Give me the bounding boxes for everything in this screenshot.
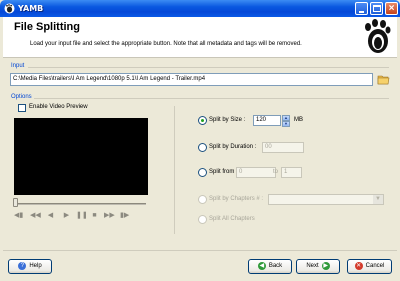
gnome-foot-icon	[365, 19, 391, 53]
pause-icon[interactable]: ❚❚	[76, 211, 88, 220]
folder-icon	[377, 75, 390, 85]
step-back-icon[interactable]: ◀◀	[30, 211, 41, 220]
previous-icon[interactable]: ◀▮	[14, 211, 23, 220]
split-size-spinner[interactable]: ▲ ▼	[282, 115, 290, 127]
enable-video-preview-label: Enable Video Preview	[29, 104, 88, 110]
split-duration-input[interactable]: 00	[262, 142, 304, 153]
options-section-label: Options	[11, 94, 32, 100]
split-from-radio[interactable]	[198, 168, 207, 177]
cancel-icon: ✕	[354, 262, 363, 270]
split-all-chapters-radio[interactable]	[198, 215, 207, 224]
split-by-duration-radio[interactable]	[198, 143, 207, 152]
chevron-down-icon: ▼	[373, 195, 383, 204]
back-arrow-icon: ◀	[257, 262, 266, 270]
input-section-label: Input	[11, 63, 25, 69]
step-forward-icon[interactable]: ▶▶	[104, 211, 115, 220]
next-arrow-icon: ▶	[321, 262, 330, 270]
input-file-path-field[interactable]: C:\Media Files\trailers\I Am Legend\1080…	[10, 73, 373, 86]
maximize-icon	[373, 5, 381, 12]
split-by-chapters-radio[interactable]	[198, 195, 207, 204]
next-icon[interactable]: ▮▶	[120, 211, 129, 220]
maximize-button[interactable]	[370, 2, 383, 15]
close-button[interactable]: ×	[385, 2, 398, 15]
video-preview-area	[14, 118, 148, 195]
title-bar[interactable]: YAMB ×	[0, 0, 400, 17]
close-icon: ×	[388, 3, 395, 14]
split-by-size-radio[interactable]	[198, 116, 207, 125]
stop-icon[interactable]: ■	[90, 211, 99, 220]
gnome-foot-icon	[4, 3, 15, 14]
split-all-chapters-label: Split All Chapters	[209, 216, 255, 222]
page-title: File Splitting	[14, 21, 80, 33]
rewind-icon[interactable]: ◀	[46, 211, 55, 220]
cancel-button[interactable]: ✕ Cancel	[347, 259, 392, 274]
seek-bar-thumb[interactable]	[13, 198, 18, 207]
browse-button[interactable]	[377, 73, 390, 86]
input-divider	[28, 67, 389, 68]
split-from-label: Split from	[209, 169, 235, 175]
enable-video-preview-checkbox[interactable]	[18, 104, 26, 112]
minimize-button[interactable]	[355, 2, 368, 15]
chapters-dropdown[interactable]: ▼	[268, 194, 384, 205]
split-by-chapters-label: Split by Chapters # :	[209, 196, 264, 202]
spin-down-icon[interactable]: ▼	[282, 121, 290, 127]
play-icon[interactable]: ▶	[62, 211, 71, 220]
options-divider	[34, 98, 389, 99]
split-size-input[interactable]: 120	[253, 115, 281, 126]
split-by-duration-label: Split by Duration :	[209, 144, 257, 150]
next-button[interactable]: Next ▶	[296, 259, 340, 274]
seek-bar[interactable]	[15, 203, 146, 205]
split-from-to-label: to	[273, 169, 279, 175]
wizard-header: File Splitting Load your input file and …	[3, 17, 397, 58]
help-icon: ?	[18, 262, 27, 270]
window-title: YAMB	[18, 4, 44, 13]
options-vertical-divider	[174, 106, 175, 234]
help-button[interactable]: ? Help	[8, 259, 52, 274]
footer-divider	[3, 250, 397, 251]
page-subtitle: Load your input file and select the appr…	[30, 41, 302, 47]
split-by-size-label: Split by Size :	[209, 117, 246, 123]
split-from-start-input[interactable]: 0	[236, 167, 276, 178]
split-from-end-input[interactable]: 1	[281, 167, 302, 178]
split-size-unit: MB	[294, 117, 303, 123]
back-button[interactable]: ◀ Back	[248, 259, 292, 274]
minimize-icon	[359, 11, 364, 13]
